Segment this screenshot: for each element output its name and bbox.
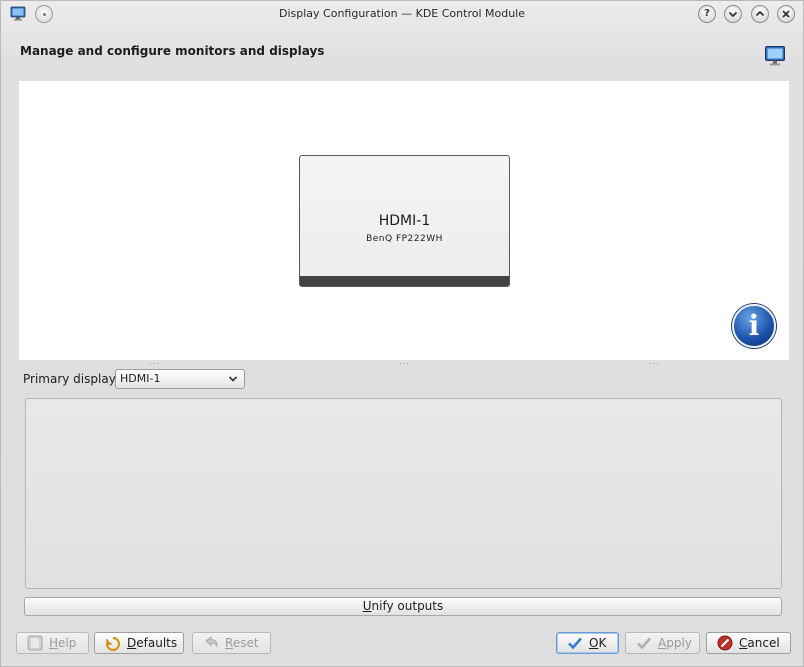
mnemonic: H [49,636,59,650]
output-settings-panel [25,398,782,589]
primary-display-select[interactable]: HDMI-1 [115,369,245,389]
checkmark-icon [637,637,651,650]
chevron-down-icon [228,376,238,382]
cancel-button[interactable]: Cancel [706,632,791,654]
mnemonic: U [362,599,372,613]
output-model: BenQ FP222WH [366,234,443,244]
button-label: K [598,636,607,650]
mnemonic: A [658,636,667,650]
output-name: HDMI-1 [378,213,431,229]
info-button[interactable]: i [732,304,776,348]
splitter-handle[interactable]: ... [399,357,410,366]
minimize-button[interactable] [724,5,742,23]
button-label: eset [232,636,259,650]
window-title: Display Configuration — KDE Control Modu… [278,7,526,20]
help-button[interactable]: Help [16,632,89,654]
maximize-button[interactable] [751,5,769,23]
ok-button[interactable]: OK [556,632,619,654]
checkmark-icon [568,637,582,650]
display-layout-canvas[interactable]: HDMI-1 BenQ FP222WH i [19,81,789,360]
undo-icon [205,635,218,648]
output-bottom-bar [300,276,509,286]
display-icon [765,46,785,66]
cancel-icon [717,635,733,651]
page-title: Manage and configure monitors and displa… [20,44,325,58]
apply-button[interactable]: Apply [625,632,700,654]
close-button[interactable] [777,5,795,23]
close-icon [782,10,790,18]
reset-button[interactable]: Reset [192,632,271,654]
primary-display-label: Primary display: [23,372,119,386]
help-icon [27,635,43,651]
kcm-window: Display Configuration — KDE Control Modu… [0,0,804,667]
button-label: pply [666,636,692,650]
mnemonic: R [225,636,233,650]
button-label: efaults [136,636,178,650]
button-label: nify outputs [371,599,444,613]
button-label: ancel [747,636,780,650]
unify-outputs-button[interactable]: Unify outputs [24,597,782,616]
output-hdmi-1[interactable]: HDMI-1 BenQ FP222WH [299,155,510,287]
mnemonic: D [127,636,137,650]
info-icon: i [748,309,760,342]
splitter-handle[interactable]: ... [149,357,160,366]
help-title-button[interactable]: ? [698,5,716,23]
button-label: elp [58,636,77,650]
primary-display-value: HDMI-1 [120,372,161,385]
splitter-handle[interactable]: ... [649,357,660,366]
defaults-icon [105,636,121,651]
chevron-up-icon [755,10,765,17]
defaults-button[interactable]: Defaults [94,632,184,654]
title-bar[interactable]: Display Configuration — KDE Control Modu… [1,1,803,27]
chevron-down-icon [728,11,738,18]
